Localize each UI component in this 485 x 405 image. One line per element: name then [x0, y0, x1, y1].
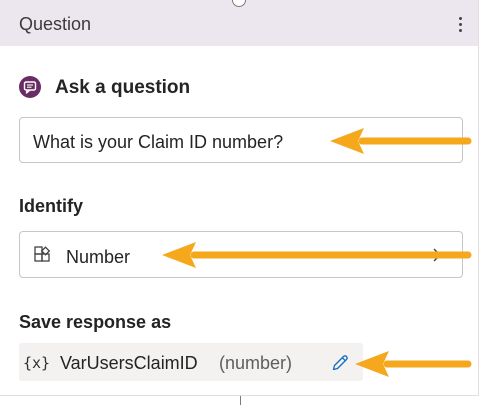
- question-node-card: Question Ask a question What is your Cla…: [0, 0, 479, 396]
- variable-pill[interactable]: {x} VarUsersClaimID (number): [19, 343, 363, 381]
- variable-symbol: {x}: [23, 354, 51, 372]
- node-connector-bottom: [240, 396, 241, 405]
- card-title: Question: [19, 14, 92, 34]
- chat-bubble-icon: [19, 76, 41, 98]
- variable-name: VarUsersClaimID: [60, 353, 198, 373]
- identify-value: Number: [66, 247, 131, 267]
- annotation-arrow-icon: [162, 242, 472, 268]
- variable-type: (number): [219, 353, 293, 373]
- annotation-arrow-icon: [355, 351, 472, 377]
- save-response-label: Save response as: [19, 312, 172, 332]
- identify-label: Identify: [19, 196, 84, 216]
- ask-question-label: Ask a question: [55, 77, 191, 98]
- question-text: What is your Claim ID number?: [33, 132, 284, 152]
- more-options-icon[interactable]: [448, 12, 472, 36]
- entity-shapes-icon: [34, 246, 51, 262]
- annotation-arrow-icon: [330, 128, 472, 154]
- pencil-icon[interactable]: [330, 353, 350, 373]
